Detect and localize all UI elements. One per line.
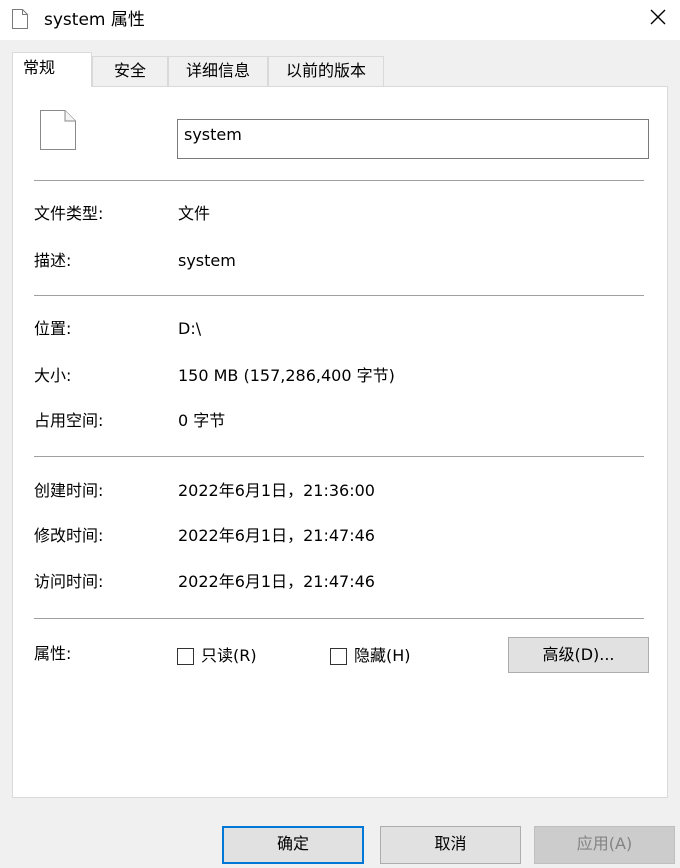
cancel-button[interactable]: 取消 — [380, 826, 521, 864]
hidden-checkbox-box[interactable] — [330, 647, 347, 665]
file-type-value: 文件 — [178, 204, 211, 223]
close-button[interactable] — [636, 0, 680, 38]
file-name-input[interactable] — [177, 119, 649, 159]
tab-general[interactable]: 常规 — [12, 52, 92, 87]
readonly-checkbox[interactable]: 只读(R) — [177, 645, 257, 667]
size-on-disk-label: 占用空间: — [34, 411, 104, 430]
close-icon — [650, 9, 666, 29]
hidden-label: 隐藏(H) — [354, 646, 411, 665]
readonly-checkbox-box[interactable] — [177, 647, 194, 665]
size-value: 150 MB (157,286,400 字节) — [178, 366, 395, 385]
file-type-label: 文件类型: — [34, 204, 104, 223]
modified-label: 修改时间: — [34, 526, 104, 545]
divider — [34, 295, 644, 296]
description-label: 描述: — [34, 251, 72, 270]
divider — [34, 618, 644, 619]
modified-value: 2022年6月1日，21:47:46 — [178, 526, 375, 545]
location-label: 位置: — [34, 319, 72, 338]
location-value: D:\ — [178, 319, 202, 338]
advanced-button[interactable]: 高级(D)... — [508, 637, 649, 673]
accessed-value: 2022年6月1日，21:47:46 — [178, 572, 375, 591]
created-label: 创建时间: — [34, 481, 104, 500]
title-bar: system 属性 — [0, 0, 680, 40]
divider — [34, 180, 644, 181]
tab-security[interactable]: 安全 — [92, 56, 168, 86]
ok-button[interactable]: 确定 — [222, 826, 364, 864]
window-title: system 属性 — [44, 10, 145, 30]
file-icon — [12, 9, 28, 33]
tab-details[interactable]: 详细信息 — [168, 56, 268, 86]
attributes-label: 属性: — [34, 644, 72, 663]
size-label: 大小: — [34, 366, 72, 385]
hidden-checkbox[interactable]: 隐藏(H) — [330, 645, 411, 667]
size-on-disk-value: 0 字节 — [178, 411, 226, 430]
divider — [34, 456, 644, 457]
apply-button[interactable]: 应用(A) — [534, 826, 675, 864]
general-tab-panel — [12, 86, 668, 798]
description-value: system — [178, 251, 236, 270]
created-value: 2022年6月1日，21:36:00 — [178, 481, 375, 500]
readonly-label: 只读(R) — [201, 646, 257, 665]
tab-previous-versions[interactable]: 以前的版本 — [268, 56, 384, 86]
file-icon — [40, 110, 76, 154]
accessed-label: 访问时间: — [34, 572, 104, 591]
